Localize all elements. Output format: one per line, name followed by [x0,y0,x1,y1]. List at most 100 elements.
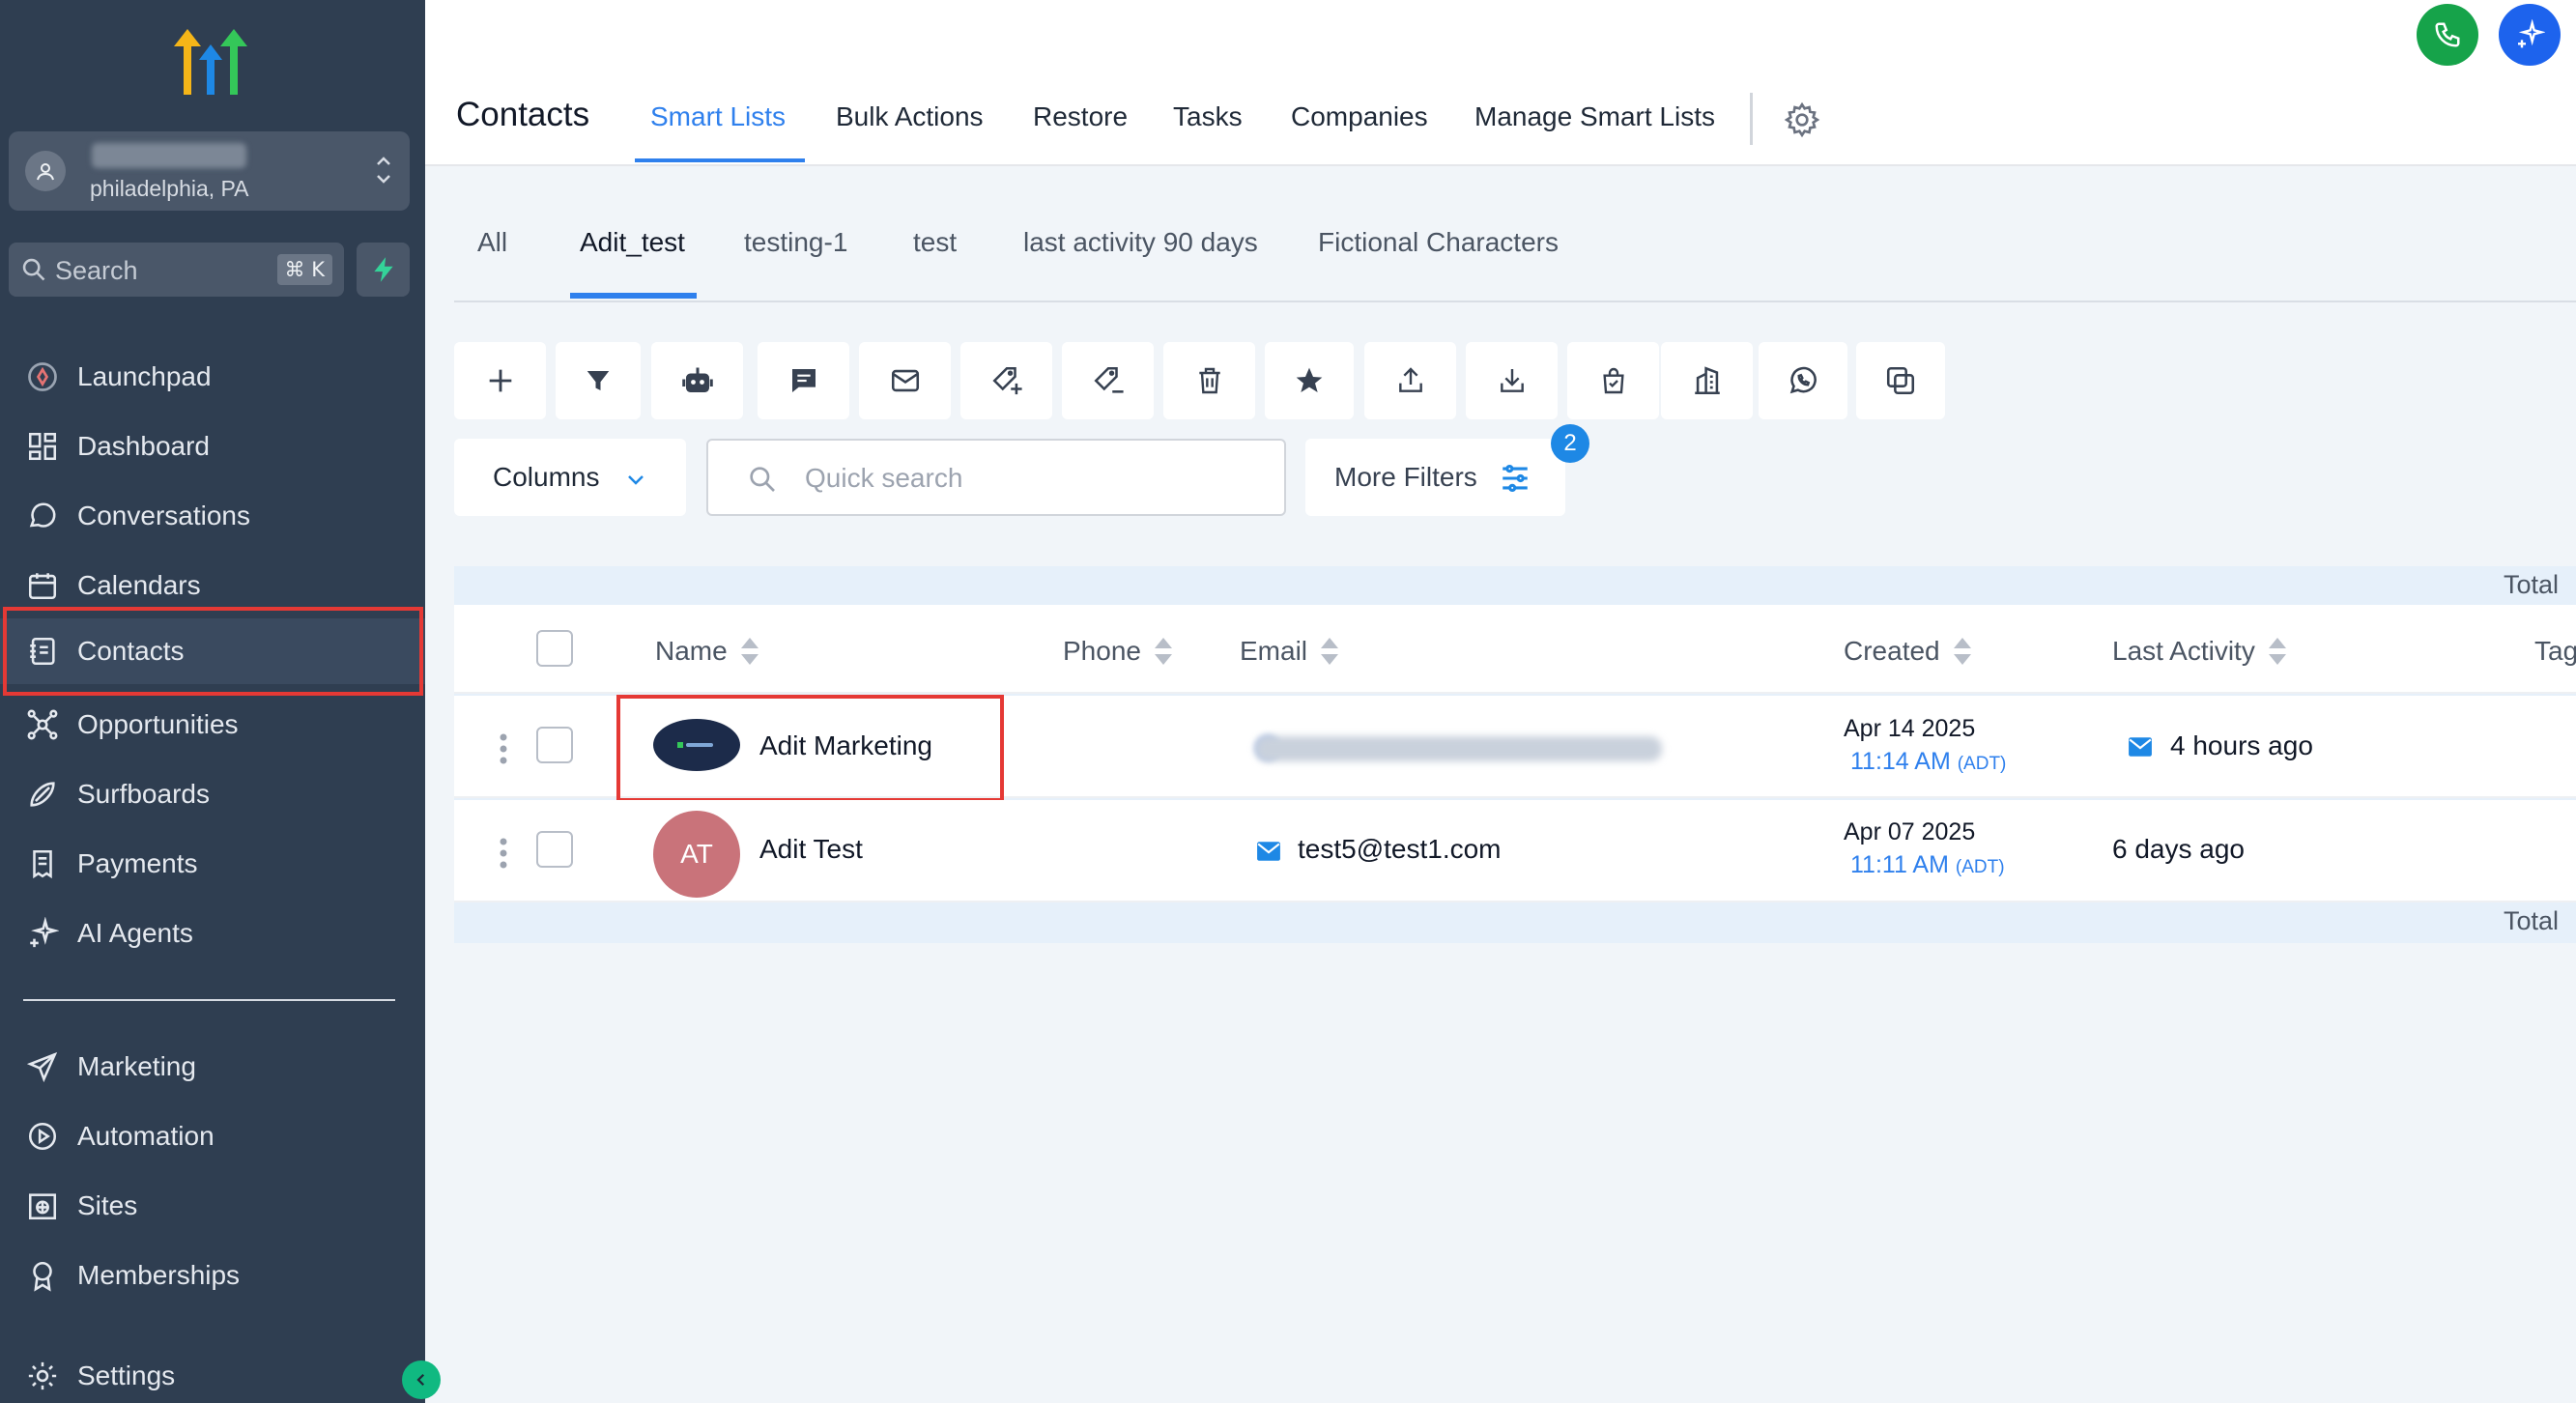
column-header-email[interactable]: Email [1240,636,1340,667]
sort-icon [2268,638,2286,665]
globe-icon [21,1185,64,1227]
sidebar-item-automation[interactable]: Automation [0,1103,425,1169]
column-header-created[interactable]: Created [1844,636,1973,667]
column-header-tag[interactable]: Tag [2534,636,2576,667]
chevron-down-icon [628,475,644,485]
sidebar-item-label: Launchpad [77,361,212,391]
row-checkbox[interactable] [536,727,573,763]
workflow-button[interactable] [651,342,743,419]
quick-search-input[interactable] [805,458,1249,499]
smart-list-tab-fictional[interactable]: Fictional Characters [1318,227,1559,258]
smart-list-tab-all[interactable]: All [477,227,507,258]
add-contact-button[interactable] [454,342,546,419]
send-icon [21,1045,64,1088]
contact-email[interactable]: test5@test1.com [1298,834,1502,865]
search-icon [22,258,45,281]
row-menu-icon[interactable] [499,732,508,765]
sidebar-item-settings[interactable]: Settings [0,1343,425,1403]
add-icon [489,369,511,392]
export-button[interactable] [1364,342,1456,419]
table-row[interactable]: AT Adit Test test5@test1.com Apr 07 2025… [454,800,2576,902]
column-header-label: Last Activity [2112,636,2255,666]
column-header-name[interactable]: Name [655,636,760,667]
favorite-button[interactable] [1265,342,1354,419]
sidebar-search-placeholder: Search [55,256,138,285]
filter-icon [587,371,610,390]
columns-dropdown[interactable]: Columns [454,439,686,516]
contact-name[interactable]: Adit Test [759,834,863,865]
account-avatar-icon [25,151,66,191]
contact-email-redacted [1256,736,1662,761]
row-menu-icon[interactable] [499,837,508,870]
email-icon [891,369,919,392]
tab-smart-lists[interactable]: Smart Lists [650,101,786,132]
sort-icon [1154,638,1172,665]
sidebar-item-label: Automation [77,1121,215,1151]
quick-search [706,439,1286,516]
sidebar-item-label: Surfboards [77,779,210,809]
column-header-phone[interactable]: Phone [1063,636,1174,667]
chat-bubble-icon [21,495,64,537]
row-checkbox[interactable] [536,831,573,868]
star-icon [1296,367,1323,392]
quick-action-button[interactable] [357,243,410,297]
filter-button[interactable] [556,342,641,419]
remove-tag-button[interactable] [1062,342,1154,419]
sidebar-item-ai-agents[interactable]: AI Agents [0,901,425,966]
column-header-label: Phone [1063,636,1141,666]
app-logo[interactable] [170,25,249,99]
sms-icon [791,369,816,392]
columns-label: Columns [493,462,600,492]
order-button[interactable] [1567,342,1659,419]
tab-tasks[interactable]: Tasks [1173,101,1243,132]
sidebar-item-marketing[interactable]: Marketing [0,1034,425,1100]
smart-list-tab-last-activity[interactable]: last activity 90 days [1023,227,1258,258]
account-location: philadelphia, PA [90,176,249,201]
account-switcher[interactable]: philadelphia, PA [9,131,410,211]
search-shortcut: ⌘ K [276,254,332,285]
remove-tag-icon [1093,366,1124,393]
sidebar-item-payments[interactable]: Payments [0,831,425,897]
timezone-label: (ADT) [1957,754,2007,774]
whatsapp-icon [1789,366,1817,394]
sidebar-item-sites[interactable]: Sites [0,1173,425,1239]
page-title: Contacts [456,96,590,133]
sidebar-search[interactable]: Search ⌘ K [9,243,344,297]
gear-icon[interactable] [1783,100,1821,139]
timezone-label: (ADT) [1955,857,2005,877]
sidebar-item-dashboard[interactable]: Dashboard [0,414,425,479]
whatsapp-button[interactable] [1759,342,1847,419]
phone-call-button[interactable] [2417,4,2478,66]
smart-list-tab-testing-1[interactable]: testing-1 [744,227,847,258]
company-icon [1694,366,1720,395]
more-filters-button[interactable]: More Filters [1305,439,1565,516]
ai-assistant-button[interactable] [2499,4,2561,66]
sidebar-item-memberships[interactable]: Memberships [0,1243,425,1308]
smart-list-tab-adit-test[interactable]: Adit_test [580,227,685,258]
column-header-last-activity[interactable]: Last Activity [2112,636,2288,667]
created-time: 11:11 AM (ADT) [1850,851,2005,879]
sidebar-item-opportunities[interactable]: Opportunities [0,692,425,758]
sidebar-item-launchpad[interactable]: Launchpad [0,344,425,410]
merge-button[interactable] [1856,342,1945,419]
tab-bulk-actions[interactable]: Bulk Actions [836,101,984,132]
sidebar-collapse-button[interactable] [402,1360,441,1399]
sidebar-item-surfboards[interactable]: Surfboards [0,761,425,827]
created-date: Apr 07 2025 [1844,818,1976,845]
add-tag-button[interactable] [960,342,1052,419]
import-button[interactable] [1466,342,1558,419]
tab-companies[interactable]: Companies [1291,101,1428,132]
search-icon [750,467,775,492]
delete-contacts-button[interactable] [1163,342,1255,419]
email-icon [1257,842,1280,861]
smart-list-tab-test[interactable]: test [913,227,957,258]
sidebar-item-conversations[interactable]: Conversations [0,483,425,549]
company-button[interactable] [1661,342,1753,419]
contacts-highlight-box [3,607,423,696]
send-email-button[interactable] [859,342,951,419]
dashboard-icon [21,425,64,468]
select-all-checkbox[interactable] [536,630,573,667]
tab-restore[interactable]: Restore [1033,101,1128,132]
send-sms-button[interactable] [758,342,849,419]
tab-manage-smart-lists[interactable]: Manage Smart Lists [1474,101,1715,132]
